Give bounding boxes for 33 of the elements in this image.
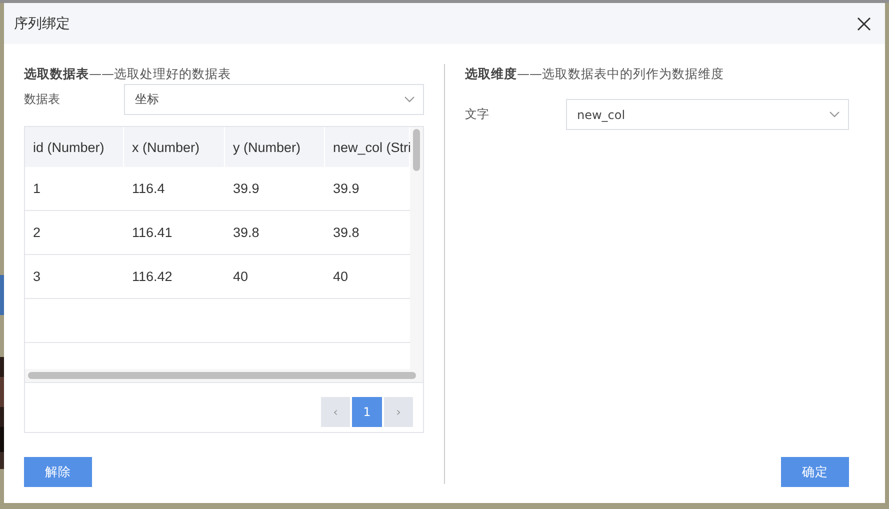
column-select[interactable]: new_col xyxy=(566,99,849,130)
table-cell-text: 116.42 xyxy=(131,268,174,286)
chevron-down-icon xyxy=(404,96,415,103)
table-cell-text: 39.8 xyxy=(232,224,260,242)
table-cell-text: 39.8 xyxy=(332,224,360,242)
field-label: 文字 xyxy=(465,106,490,123)
previous-page-button[interactable]: ‹ xyxy=(321,397,350,427)
section-heading: 选取维度——选取数据表中的列作为数据维度 xyxy=(465,65,725,83)
column-header: id (Number) xyxy=(25,127,124,167)
table-cell-text: 40 xyxy=(332,268,350,286)
table-select[interactable]: 坐标 xyxy=(124,84,424,115)
horizontal-scrollbar[interactable] xyxy=(25,369,423,383)
next-page-button[interactable]: › xyxy=(384,397,413,427)
field-label: 数据表 xyxy=(24,91,61,108)
background-panel xyxy=(0,275,4,315)
table-cell-text: 3 xyxy=(32,268,42,286)
page-button[interactable]: 1 xyxy=(352,397,382,427)
column-header: x (Number) xyxy=(124,127,225,167)
unbind-button[interactable]: 解除 xyxy=(24,457,92,487)
table-cell-text: 1 xyxy=(32,180,42,198)
confirm-button[interactable]: 确定 xyxy=(781,457,849,487)
table-cell-text: 39.9 xyxy=(332,180,360,198)
table-cell-text: 116.41 xyxy=(131,224,174,242)
table-cell-text: 39.9 xyxy=(232,180,260,198)
table-cell-text: 2 xyxy=(32,224,42,242)
section-heading: 选取数据表——选取处理好的数据表 xyxy=(24,65,232,83)
table-cell-text: 40 xyxy=(232,268,250,286)
column-header: y (Number) xyxy=(225,127,325,167)
chevron-down-icon xyxy=(829,111,840,118)
table-cell-text: 116.4 xyxy=(131,180,166,198)
dialog-title: 序列绑定 xyxy=(14,14,70,32)
vertical-scrollbar[interactable] xyxy=(410,127,423,369)
close-icon[interactable] xyxy=(855,14,873,32)
